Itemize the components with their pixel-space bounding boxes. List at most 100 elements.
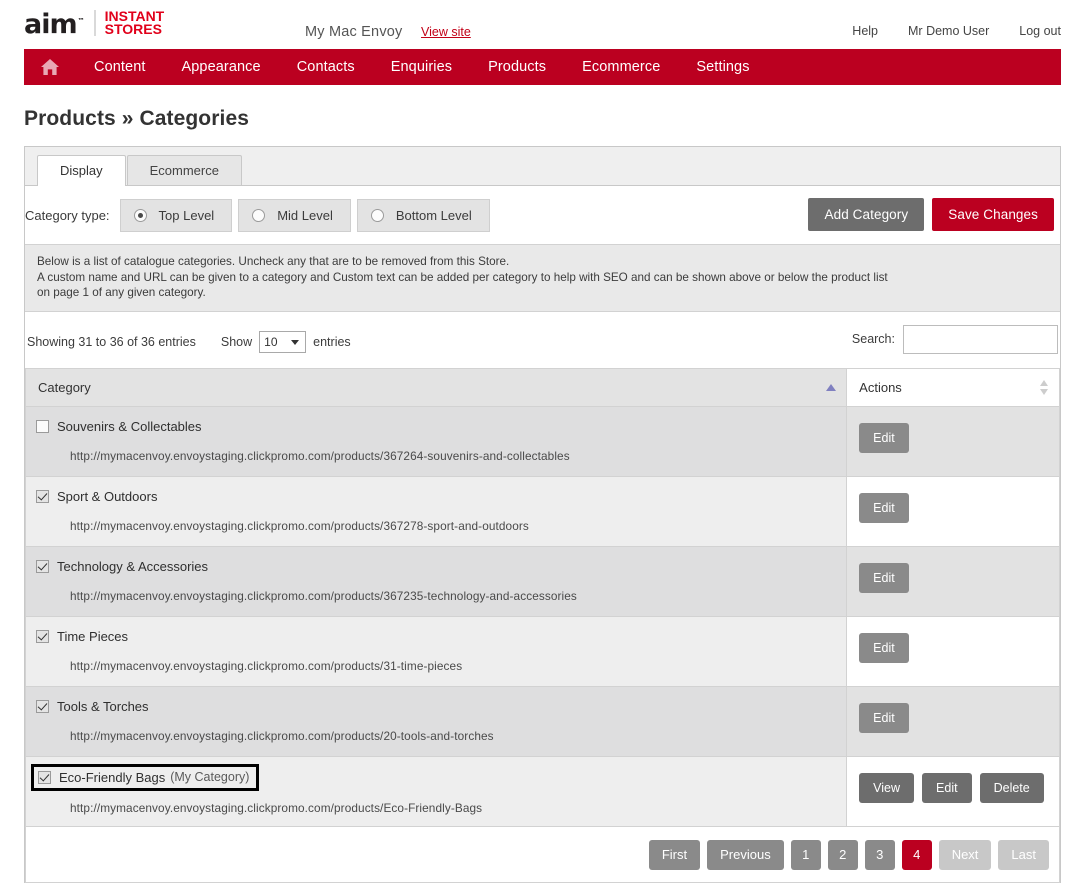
category-checkbox[interactable]	[36, 489, 49, 503]
edit-button[interactable]: Edit	[859, 562, 909, 593]
search-control: Search:	[851, 324, 1058, 354]
category-url: http://mymacenvoy.envoystaging.clickprom…	[70, 658, 463, 673]
logo-divider	[93, 10, 96, 36]
help-link[interactable]: Help	[852, 24, 878, 38]
category-name: Technology & Accessories	[57, 558, 209, 574]
edit-button[interactable]: Edit	[859, 702, 909, 733]
category-cell: Time Pieces http://mymacenvoy.envoystagi…	[24, 615, 848, 687]
sort-none-icon	[1040, 379, 1049, 396]
category-checkbox[interactable]	[36, 699, 49, 713]
table-row: Eco-Friendly Bags (My Category) http://m…	[24, 755, 1060, 827]
logout-link[interactable]: Log out	[1019, 24, 1061, 38]
category-cell: Souvenirs & Collectables http://mymacenv…	[24, 405, 848, 477]
radio-bottom-level-label: Bottom Level	[395, 208, 472, 223]
top-right-links: Help Mr Demo User Log out	[852, 24, 1061, 38]
radio-dot-icon	[133, 209, 147, 222]
column-header-category-label: Category	[38, 379, 91, 395]
edit-button[interactable]: Edit	[922, 772, 972, 803]
radio-bottom-level[interactable]: Bottom Level	[356, 199, 490, 232]
edit-button[interactable]: Edit	[859, 422, 909, 453]
pagination-next: Next	[938, 839, 992, 870]
highlight-box: Eco-Friendly Bags (My Category)	[31, 763, 260, 791]
info-line-1: Below is a list of catalogue categories.…	[37, 255, 510, 268]
categories-table: Category Actions Souvenirs & Collectable…	[24, 367, 1060, 827]
nav-item-enquiries[interactable]: Enquiries	[373, 49, 470, 85]
page-content: Products » Categories Display Ecommerce …	[24, 85, 1061, 883]
trademark-icon: ™	[77, 16, 85, 25]
category-type-label: Category type:	[25, 208, 110, 223]
table-row: Sport & Outdoors http://mymacenvoy.envoy…	[24, 475, 1060, 547]
logo-line-2: STORES	[104, 21, 162, 37]
radio-top-level-label: Top Level	[158, 208, 215, 223]
edit-button[interactable]: Edit	[859, 492, 909, 523]
showing-entries-text: Showing 31 to 36 of 36 entries	[27, 334, 196, 349]
panel-body: Category type: Top Level Mid Level Botto…	[24, 186, 1060, 883]
tab-display[interactable]: Display	[37, 155, 126, 186]
user-link[interactable]: Mr Demo User	[908, 24, 989, 38]
nav-item-products[interactable]: Products	[470, 49, 564, 85]
actions-cell: View Edit Delete	[846, 755, 1060, 827]
table-row: Technology & Accessories http://mymacenv…	[24, 545, 1060, 617]
pagination-first[interactable]: First	[648, 839, 701, 870]
pagination-page-3[interactable]: 3	[864, 839, 895, 870]
table-meta-row: Showing 31 to 36 of 36 entries Show 10 e…	[25, 312, 1060, 368]
radio-top-level[interactable]: Top Level	[119, 199, 233, 232]
delete-button[interactable]: Delete	[979, 772, 1044, 803]
page-size-value: 10	[264, 334, 278, 349]
category-url: http://mymacenvoy.envoystaging.clickprom…	[70, 588, 577, 603]
pagination: First Previous 1 2 3 4 Next Last	[25, 826, 1060, 883]
radio-dot-icon	[370, 209, 384, 222]
nav-item-content[interactable]: Content	[76, 49, 164, 85]
add-category-button[interactable]: Add Category	[808, 198, 925, 231]
nav-item-contacts[interactable]: Contacts	[279, 49, 373, 85]
nav-item-ecommerce[interactable]: Ecommerce	[564, 49, 678, 85]
actions-cell: Edit	[846, 615, 1060, 687]
radio-mid-level-label: Mid Level	[277, 208, 333, 223]
info-line-2: A custom name and URL can be given to a …	[37, 270, 888, 284]
column-header-actions[interactable]: Actions	[846, 367, 1060, 407]
category-url: http://mymacenvoy.envoystaging.clickprom…	[70, 728, 494, 743]
view-button[interactable]: View	[859, 772, 915, 803]
top-bar: aim™ INSTANT STORES My Mac Envoy View si…	[0, 0, 1085, 49]
main-navigation: Content Appearance Contacts Enquiries Pr…	[24, 49, 1061, 85]
category-cell: Sport & Outdoors http://mymacenvoy.envoy…	[24, 475, 848, 547]
pagination-page-2[interactable]: 2	[827, 839, 858, 870]
page-title: Products » Categories	[24, 107, 249, 130]
brand-logo[interactable]: aim™ INSTANT STORES	[24, 8, 164, 40]
category-checkbox[interactable]	[36, 419, 49, 433]
column-header-category[interactable]: Category	[24, 367, 848, 407]
category-name: Sport & Outdoors	[57, 488, 158, 504]
category-name: Souvenirs & Collectables	[57, 418, 202, 434]
category-name: Tools & Torches	[57, 698, 149, 714]
nav-item-settings[interactable]: Settings	[678, 49, 767, 85]
tab-ecommerce[interactable]: Ecommerce	[126, 155, 242, 185]
radio-mid-level[interactable]: Mid Level	[238, 199, 351, 232]
pagination-page-1[interactable]: 1	[790, 839, 821, 870]
save-changes-button[interactable]: Save Changes	[932, 198, 1054, 231]
actions-cell: Edit	[846, 405, 1060, 477]
search-label: Search:	[851, 332, 895, 346]
search-input[interactable]	[903, 324, 1058, 354]
category-type-radio-group: Top Level Mid Level Bottom Level	[119, 199, 496, 232]
aim-logo-text: aim™	[24, 8, 85, 40]
category-name: Time Pieces	[57, 628, 129, 644]
actions-cell: Edit	[846, 545, 1060, 617]
home-icon[interactable]	[24, 49, 76, 85]
panel-toolbar: Add Category Save Changes	[808, 198, 1054, 231]
table-row: Souvenirs & Collectables http://mymacenv…	[24, 405, 1060, 477]
page-size-select[interactable]: 10	[259, 330, 307, 353]
info-line-3: on page 1 of any given category.	[37, 286, 206, 299]
pagination-previous[interactable]: Previous	[707, 839, 784, 870]
show-label: Show	[220, 334, 253, 349]
category-checkbox[interactable]	[36, 629, 49, 643]
category-type-row: Category type: Top Level Mid Level Botto…	[25, 186, 1060, 244]
edit-button[interactable]: Edit	[859, 632, 909, 663]
view-site-link[interactable]: View site	[421, 25, 471, 39]
page-size-control: Show 10 entries	[220, 330, 351, 353]
info-box: Below is a list of catalogue categories.…	[25, 244, 1060, 312]
category-checkbox[interactable]	[36, 559, 49, 573]
nav-item-appearance[interactable]: Appearance	[164, 49, 279, 85]
pagination-page-4[interactable]: 4	[901, 839, 932, 870]
category-checkbox[interactable]	[38, 770, 51, 784]
category-url: http://mymacenvoy.envoystaging.clickprom…	[70, 448, 570, 463]
